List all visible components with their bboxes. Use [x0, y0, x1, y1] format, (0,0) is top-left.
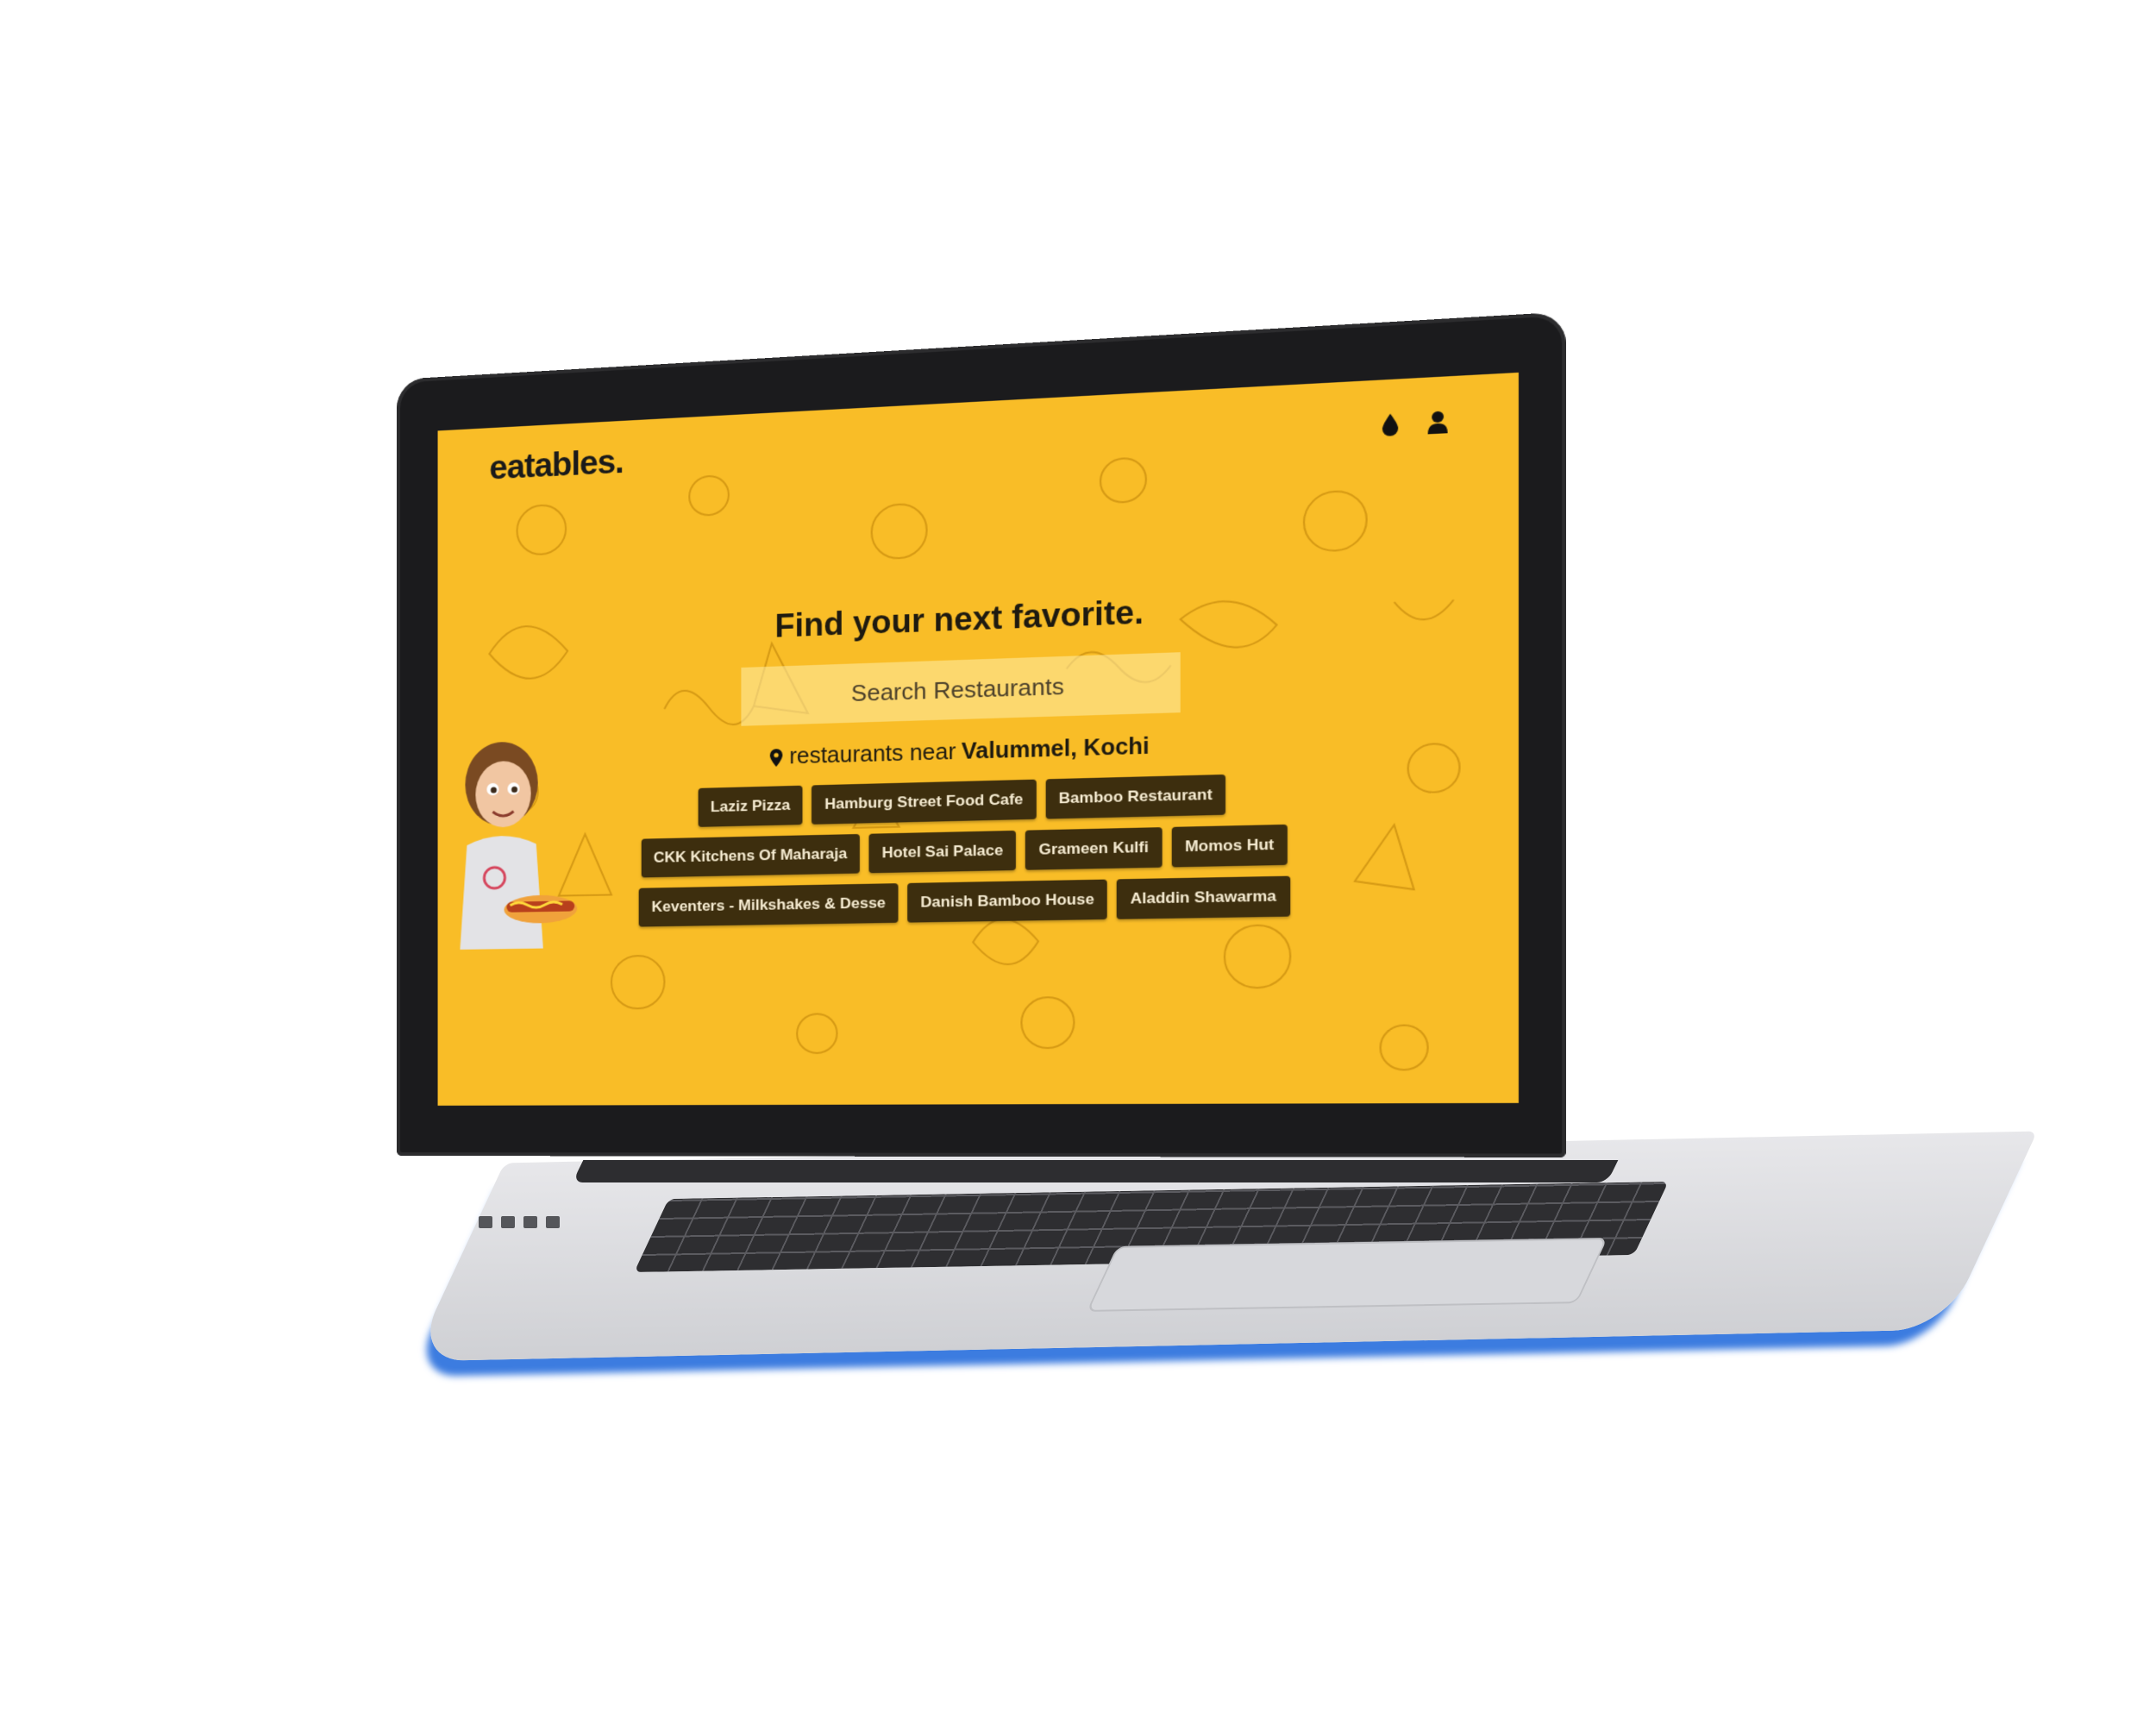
- port: [523, 1216, 537, 1228]
- restaurant-chip[interactable]: Laziz Pizza: [698, 785, 803, 827]
- restaurant-chip[interactable]: Bamboo Restaurant: [1045, 774, 1226, 819]
- restaurant-chip[interactable]: Aladdin Shawarma: [1117, 875, 1290, 919]
- drop-icon[interactable]: [1379, 412, 1401, 437]
- user-icon[interactable]: [1426, 410, 1448, 435]
- laptop-hinge: [572, 1160, 1619, 1182]
- nav-icons: [1379, 410, 1448, 437]
- restaurant-chip[interactable]: Keventers - Milkshakes & Desse: [639, 883, 899, 927]
- location-pin-icon: [770, 748, 783, 767]
- restaurant-chip[interactable]: Grameen Kulfi: [1025, 827, 1163, 870]
- brand-logo[interactable]: eatables.: [489, 443, 623, 487]
- hero-section: Find your next favorite. restaurants nea…: [438, 579, 1519, 930]
- restaurant-chip[interactable]: Momos Hut: [1171, 824, 1288, 868]
- laptop-ports: [479, 1216, 560, 1228]
- port: [479, 1216, 492, 1228]
- location-line: restaurants near Valummel, Kochi: [438, 723, 1519, 780]
- laptop-mockup: eatables. Find your next favorite. Searc…: [0, 0, 2156, 1725]
- restaurant-chip[interactable]: Hotel Sai Palace: [868, 830, 1017, 874]
- restaurant-chip[interactable]: Hamburg Street Food Cafe: [812, 779, 1037, 825]
- restaurant-chip[interactable]: Danish Bamboo House: [907, 879, 1108, 923]
- port: [501, 1216, 515, 1228]
- search-input[interactable]: [740, 652, 1181, 726]
- location-prefix: restaurants near: [789, 739, 956, 769]
- location-name[interactable]: Valummel, Kochi: [962, 734, 1150, 766]
- laptop-lid: eatables. Find your next favorite. Searc…: [397, 311, 1566, 1157]
- restaurant-chips: Laziz Pizza Hamburg Street Food Cafe Bam…: [631, 773, 1299, 927]
- restaurant-chip[interactable]: CKK Kitchens Of Maharaja: [641, 833, 861, 878]
- app-screen: eatables. Find your next favorite. Searc…: [437, 372, 1519, 1106]
- laptop-trackpad: [1086, 1238, 1608, 1312]
- port: [546, 1216, 560, 1228]
